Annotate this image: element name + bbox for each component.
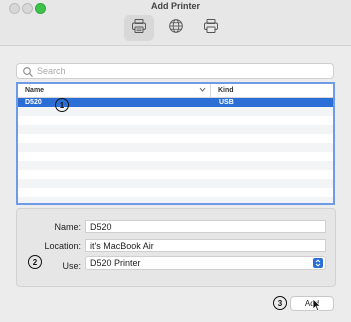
column-kind-label: Kind (218, 87, 234, 94)
toolbar-windows-button[interactable] (196, 15, 226, 41)
empty-row (18, 143, 333, 152)
toolbar-ip-button[interactable] (161, 15, 191, 41)
printer-icon (131, 18, 147, 39)
toolbar-default-button[interactable] (124, 15, 154, 41)
table-header: Name Kind (18, 84, 333, 98)
printer-outline-icon (203, 18, 219, 39)
empty-row (18, 197, 333, 203)
search-field[interactable] (16, 63, 334, 79)
empty-row (18, 188, 333, 197)
chevron-down-icon (199, 86, 206, 93)
empty-row (18, 152, 333, 161)
location-label: Location: (44, 241, 81, 251)
printer-details-panel: Name: Location: Use: D520 Printer (16, 208, 336, 287)
column-name-label: Name (25, 87, 45, 94)
location-field[interactable] (85, 239, 326, 252)
column-header-name[interactable]: Name (18, 84, 211, 97)
use-driver-value: D520 Printer (90, 258, 141, 268)
column-header-kind[interactable]: Kind (211, 84, 333, 97)
empty-row (18, 134, 333, 143)
empty-row (18, 170, 333, 179)
globe-icon (168, 18, 184, 39)
title-bar: Add Printer (0, 0, 351, 46)
updown-chevron-icon (313, 258, 323, 268)
mouse-pointer-icon (312, 298, 322, 312)
search-icon (22, 65, 34, 77)
use-driver-select[interactable]: D520 Printer (85, 256, 326, 270)
empty-row (18, 125, 333, 134)
empty-row (18, 161, 333, 170)
annotation-marker-3: 3 (273, 296, 287, 310)
name-label: Name: (54, 222, 81, 232)
window-title: Add Printer (150, 1, 200, 11)
name-field[interactable] (85, 220, 326, 233)
empty-row (18, 179, 333, 188)
empty-row (18, 116, 333, 125)
annotation-marker-2: 2 (28, 255, 42, 269)
cell-printer-kind: USB (219, 99, 234, 106)
cell-printer-name: D520 (25, 99, 42, 106)
search-input[interactable] (37, 66, 317, 76)
add-printer-window: Add Printer Search Name Kind D520 USB 1 … (0, 0, 351, 322)
annotation-marker-1: 1 (55, 98, 69, 112)
